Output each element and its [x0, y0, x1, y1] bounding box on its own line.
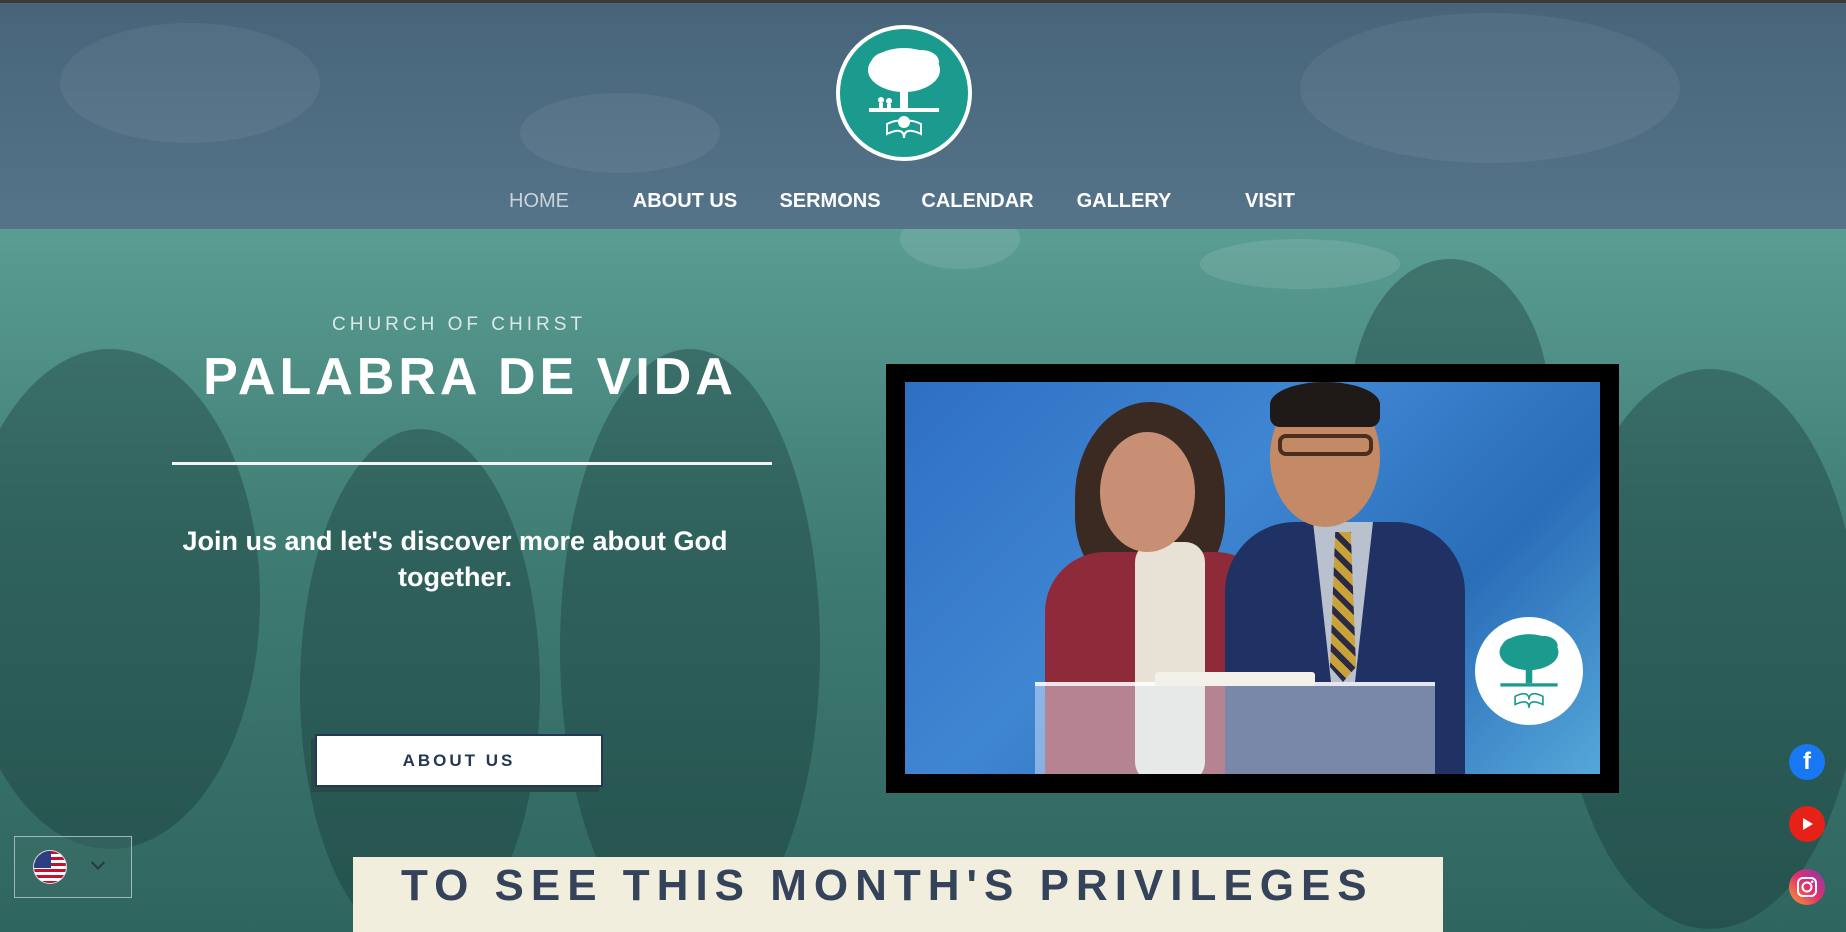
us-flag-icon — [33, 850, 67, 884]
header-bg-shape — [60, 23, 320, 143]
about-us-button[interactable]: ABOUT US — [315, 734, 603, 787]
tree-bible-logo-icon — [868, 48, 940, 139]
hero-section: CHURCH OF CHIRST PALABRA DE VIDA Join us… — [0, 229, 1846, 932]
video-podium — [1035, 682, 1435, 774]
privileges-banner[interactable]: TO SEE THIS MONTH'S PRIVILEGES — [353, 857, 1443, 932]
video-figure — [1100, 432, 1195, 552]
hero-bg-crowd-shape — [0, 349, 260, 849]
nav-item-sermons[interactable]: SERMONS — [770, 186, 890, 216]
privileges-banner-text: TO SEE THIS MONTH'S PRIVILEGES — [401, 861, 1374, 910]
camera-icon — [1797, 877, 1817, 897]
play-icon — [1803, 818, 1813, 830]
hero-tagline: Join us and let's discover more about Go… — [182, 526, 728, 592]
nav-item-home[interactable]: HOME — [489, 186, 589, 216]
video-thumbnail[interactable] — [905, 382, 1600, 774]
church-kicker: CHURCH OF CHIRST — [332, 314, 586, 335]
nav-item-about-us[interactable]: ABOUT US — [625, 186, 745, 216]
tree-bible-logo-icon — [1499, 634, 1559, 708]
nav-item-gallery[interactable]: GALLERY — [1064, 186, 1184, 216]
church-logo[interactable] — [836, 25, 972, 161]
title-divider — [172, 462, 772, 465]
nav-item-visit[interactable]: VISIT — [1220, 186, 1320, 216]
main-nav: HOME ABOUT US SERMONS CALENDAR GALLERY V… — [0, 186, 1846, 216]
language-selector[interactable] — [14, 836, 132, 898]
header-bg-shape — [520, 93, 720, 173]
video-watermark-logo — [1475, 617, 1583, 725]
facebook-icon[interactable]: f — [1789, 744, 1825, 780]
hero-bg-crowd-shape — [560, 349, 820, 932]
page-title: PALABRA DE VIDA — [203, 348, 737, 406]
hero-bg-light — [1200, 239, 1400, 289]
instagram-icon[interactable] — [1789, 869, 1825, 905]
video-bible — [1155, 672, 1315, 686]
video-player[interactable] — [886, 364, 1619, 793]
video-figure — [1270, 382, 1380, 427]
chevron-down-icon — [90, 855, 106, 870]
video-figure — [1278, 434, 1373, 456]
site-header: HOME ABOUT US SERMONS CALENDAR GALLERY V… — [0, 3, 1846, 229]
header-bg-shape — [1300, 13, 1680, 163]
youtube-icon[interactable] — [1789, 806, 1825, 842]
nav-item-calendar[interactable]: CALENDAR — [915, 186, 1040, 216]
hero-bg-light — [900, 229, 1020, 269]
